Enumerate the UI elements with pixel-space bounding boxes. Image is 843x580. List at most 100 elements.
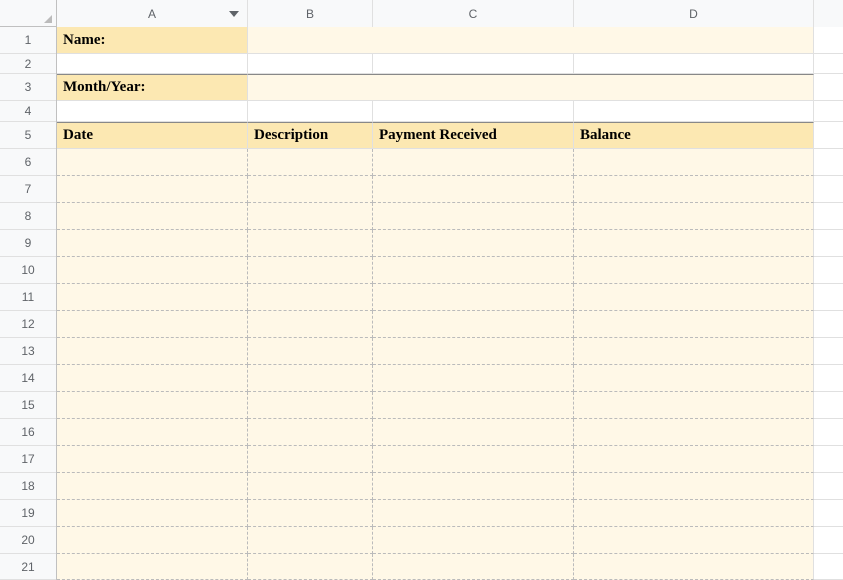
cell-r13-c0[interactable] [57,338,248,365]
cell-r4-c2[interactable] [373,101,574,122]
cell-r8-c3[interactable] [574,203,814,230]
filter-dropdown-icon[interactable] [227,7,241,21]
cell-r7-c0[interactable] [57,176,248,203]
cell-r4-c0[interactable] [57,101,248,122]
cell-r18-c2[interactable] [373,473,574,500]
row-header-20[interactable]: 20 [0,527,56,554]
cell-r7-c3[interactable] [574,176,814,203]
cell-r20-c3[interactable] [574,527,814,554]
cell-r21-c3[interactable] [574,554,814,580]
cell-r2-c1[interactable] [248,54,373,74]
row-header-2[interactable]: 2 [0,54,56,74]
cell-r16-c1[interactable] [248,419,373,446]
cell-r7-c1[interactable] [248,176,373,203]
cell-r6-c1[interactable] [248,149,373,176]
column-header-d[interactable]: D [574,0,814,27]
cell-monthyear-label[interactable]: Month/Year: [57,74,248,101]
cell-r18-c0[interactable] [57,473,248,500]
cell-r21-c0[interactable] [57,554,248,580]
row-header-21[interactable]: 21 [0,554,56,580]
cell-extra[interactable] [814,500,843,527]
cell-r9-c0[interactable] [57,230,248,257]
cell-extra[interactable] [814,54,843,74]
cell-r10-c3[interactable] [574,257,814,284]
cell-extra[interactable] [814,554,843,580]
cell-r16-c0[interactable] [57,419,248,446]
cell-extra[interactable] [814,149,843,176]
cell-extra[interactable] [814,311,843,338]
cell-r4-c3[interactable] [574,101,814,122]
cell-r13-c3[interactable] [574,338,814,365]
cell-extra[interactable] [814,419,843,446]
cell-r17-c3[interactable] [574,446,814,473]
column-header-a[interactable]: A [57,0,248,27]
cell-r19-c0[interactable] [57,500,248,527]
cell-r12-c0[interactable] [57,311,248,338]
cell-extra[interactable] [814,101,843,122]
row-header-13[interactable]: 13 [0,338,56,365]
cell-extra[interactable] [814,122,843,149]
row-header-3[interactable]: 3 [0,74,56,101]
cell-r6-c2[interactable] [373,149,574,176]
cell-monthyear-value[interactable] [248,74,814,101]
cell-r6-c0[interactable] [57,149,248,176]
cell-extra[interactable] [814,446,843,473]
column-header-c[interactable]: C [373,0,574,27]
cell-extra[interactable] [814,176,843,203]
row-header-11[interactable]: 11 [0,284,56,311]
cell-r15-c0[interactable] [57,392,248,419]
cell-r11-c1[interactable] [248,284,373,311]
cell-extra[interactable] [814,74,843,101]
cell-r12-c3[interactable] [574,311,814,338]
cell-extra[interactable] [814,527,843,554]
cell-r14-c2[interactable] [373,365,574,392]
row-header-12[interactable]: 12 [0,311,56,338]
cell-r10-c1[interactable] [248,257,373,284]
cell-header-payment[interactable]: Payment Received [373,122,574,149]
cell-r13-c1[interactable] [248,338,373,365]
cell-extra[interactable] [814,338,843,365]
column-header-b[interactable]: B [248,0,373,27]
cell-r17-c2[interactable] [373,446,574,473]
cell-r19-c1[interactable] [248,500,373,527]
cell-r20-c2[interactable] [373,527,574,554]
cell-header-balance[interactable]: Balance [574,122,814,149]
cell-r17-c0[interactable] [57,446,248,473]
cell-r7-c2[interactable] [373,176,574,203]
row-header-7[interactable]: 7 [0,176,56,203]
cell-r15-c2[interactable] [373,392,574,419]
row-header-6[interactable]: 6 [0,149,56,176]
cell-r14-c0[interactable] [57,365,248,392]
cell-r8-c0[interactable] [57,203,248,230]
row-header-10[interactable]: 10 [0,257,56,284]
cell-r2-c2[interactable] [373,54,574,74]
cell-r9-c3[interactable] [574,230,814,257]
cell-r8-c1[interactable] [248,203,373,230]
cell-r20-c1[interactable] [248,527,373,554]
cell-r11-c2[interactable] [373,284,574,311]
cell-r2-c0[interactable] [57,54,248,74]
cell-r12-c1[interactable] [248,311,373,338]
cell-r6-c3[interactable] [574,149,814,176]
cell-r12-c2[interactable] [373,311,574,338]
cell-extra[interactable] [814,365,843,392]
cell-extra[interactable] [814,203,843,230]
row-header-15[interactable]: 15 [0,392,56,419]
cell-name-value[interactable] [248,27,814,54]
cell-r13-c2[interactable] [373,338,574,365]
cell-r15-c3[interactable] [574,392,814,419]
cell-r21-c2[interactable] [373,554,574,580]
cell-r17-c1[interactable] [248,446,373,473]
cell-r2-c3[interactable] [574,54,814,74]
cell-r19-c2[interactable] [373,500,574,527]
cell-r8-c2[interactable] [373,203,574,230]
cell-r14-c1[interactable] [248,365,373,392]
row-header-5[interactable]: 5 [0,122,56,149]
row-header-17[interactable]: 17 [0,446,56,473]
row-header-8[interactable]: 8 [0,203,56,230]
cell-r9-c2[interactable] [373,230,574,257]
cell-r16-c3[interactable] [574,419,814,446]
cell-r4-c1[interactable] [248,101,373,122]
cell-r9-c1[interactable] [248,230,373,257]
cell-r18-c1[interactable] [248,473,373,500]
